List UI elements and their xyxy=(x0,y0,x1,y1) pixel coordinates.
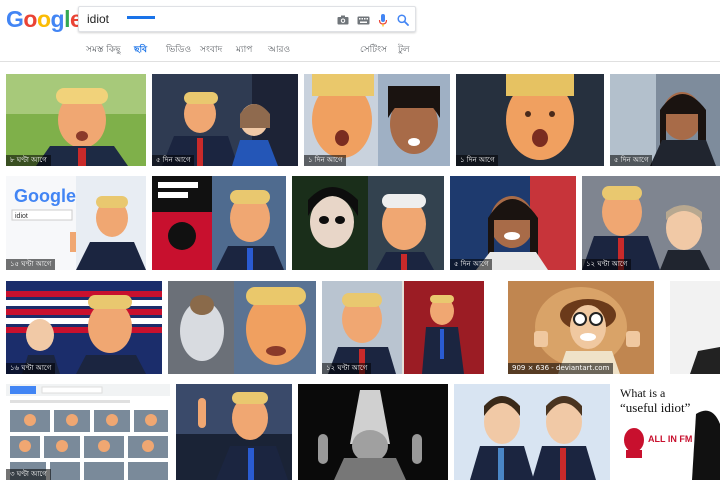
image-result[interactable] xyxy=(298,384,448,480)
keyboard-icon[interactable] xyxy=(355,12,371,28)
image-result[interactable] xyxy=(454,384,610,480)
image-thumbnail xyxy=(450,176,576,270)
timestamp: ১৫ ঘণ্টা আগে xyxy=(6,259,56,270)
timestamp: ১ দিন আগে xyxy=(304,155,347,166)
image-thumbnail: Google idiot xyxy=(6,176,146,270)
timestamp: ৫ দিন আগে xyxy=(450,259,493,270)
image-result[interactable]: Google idiot ১৫ ঘণ্টা আগে xyxy=(6,176,146,270)
search-box xyxy=(78,6,416,32)
image-result[interactable]: ১ দিন আগে xyxy=(304,74,450,166)
image-thumbnail xyxy=(152,176,286,270)
image-result[interactable]: ৫ দিন আগে xyxy=(152,74,298,166)
timestamp: ৮ ঘণ্টা আগে xyxy=(6,155,51,166)
image-result[interactable]: ১ দিন আগে xyxy=(456,74,604,166)
mini-google-logo: Google xyxy=(14,186,76,206)
search-input[interactable] xyxy=(87,10,317,28)
image-thumbnail xyxy=(152,74,298,166)
logo-letter: o xyxy=(36,6,51,32)
image-result[interactable] xyxy=(152,176,286,270)
tab-more[interactable]: আরও xyxy=(268,42,290,57)
image-result[interactable] xyxy=(292,176,444,270)
image-result[interactable]: ১২ ঘণ্টা আগে xyxy=(322,281,484,374)
timestamp: ৫ দিন আগে xyxy=(610,155,653,166)
image-thumbnail xyxy=(6,74,146,166)
timestamp: ১২ ঘণ্টা আগে xyxy=(322,363,372,374)
image-result[interactable]: 909 × 636 - deviantart.com xyxy=(508,281,654,374)
mini-query: idiot xyxy=(15,213,28,220)
image-thumbnail xyxy=(6,384,170,480)
timestamp: ৫ দিন আগে xyxy=(152,155,195,166)
tab-images[interactable]: ছবি xyxy=(134,42,147,57)
image-result[interactable] xyxy=(670,281,720,374)
logo-letter: o xyxy=(23,6,37,32)
logo-letter: g xyxy=(50,6,65,32)
image-caption-line2: “useful idiot” xyxy=(620,400,691,415)
image-result[interactable]: ১৬ ঘণ্টা আগে xyxy=(6,281,162,374)
microphone-icon[interactable] xyxy=(375,12,391,28)
image-thumbnail xyxy=(6,281,162,374)
image-thumbnail xyxy=(322,281,484,374)
timestamp: ১ দিন আগে xyxy=(456,155,499,166)
tab-settings[interactable]: সেটিংস xyxy=(360,42,387,57)
tab-videos[interactable]: ভিডিও xyxy=(166,42,191,57)
timestamp: ১৬ ঘণ্টা আগে xyxy=(6,363,56,374)
image-thumbnail xyxy=(304,74,450,166)
image-result[interactable]: ৫ দিন আগে xyxy=(610,74,720,166)
image-thumbnail xyxy=(508,281,654,374)
image-thumbnail xyxy=(454,384,610,480)
image-thumbnail xyxy=(292,176,444,270)
image-caption-line1: What is a xyxy=(620,386,666,400)
image-thumbnail xyxy=(176,384,292,480)
image-thumbnail xyxy=(582,176,720,270)
tab-news[interactable]: সংবাদ xyxy=(200,42,222,57)
image-result[interactable]: ৩ ঘণ্টা আগে xyxy=(6,384,170,480)
google-logo[interactable]: Google xyxy=(6,6,83,33)
header: Google সমস্ত কিছু ছবি ভিডিও সংবাদ ম্যাপ … xyxy=(0,0,720,62)
image-thumbnail xyxy=(168,281,316,374)
image-result[interactable]: ৫ দিন আগে xyxy=(450,176,576,270)
search-icon[interactable] xyxy=(395,12,411,28)
image-thumbnail xyxy=(298,384,448,480)
camera-icon[interactable] xyxy=(335,12,351,28)
image-thumbnail xyxy=(456,74,604,166)
image-result[interactable] xyxy=(176,384,292,480)
image-thumbnail xyxy=(670,281,720,374)
timestamp: ১২ ঘণ্টা আগে xyxy=(582,259,632,270)
tab-maps[interactable]: ম্যাপ xyxy=(236,42,252,57)
image-result[interactable]: ৮ ঘণ্টা আগে xyxy=(6,74,146,166)
logo-letter: G xyxy=(6,6,24,32)
image-caption-brand: ALL IN FM xyxy=(648,434,693,444)
tab-all[interactable]: সমস্ত কিছু xyxy=(86,42,121,57)
image-thumbnail xyxy=(610,74,720,166)
timestamp: 909 × 636 - deviantart.com xyxy=(508,363,614,374)
active-tab-indicator xyxy=(127,16,155,19)
tab-tools[interactable]: টুল xyxy=(398,42,410,57)
image-result[interactable]: What is a “useful idiot” ALL IN FM xyxy=(616,384,720,480)
image-result[interactable]: ১২ ঘণ্টা আগে xyxy=(582,176,720,270)
timestamp: ৩ ঘণ্টা আগে xyxy=(6,469,51,480)
image-result[interactable] xyxy=(168,281,316,374)
